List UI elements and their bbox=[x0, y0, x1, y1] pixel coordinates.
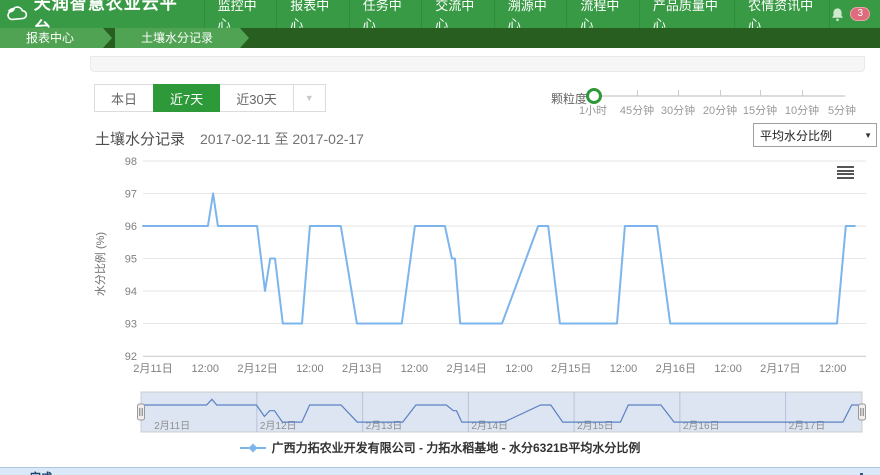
nav-item-quality[interactable]: 产品质量中心 bbox=[640, 0, 735, 28]
granularity-option-label[interactable]: 30分钟 bbox=[661, 102, 695, 118]
collapsed-filter-panel[interactable] bbox=[90, 56, 865, 72]
chart-menu-icon[interactable] bbox=[837, 166, 854, 179]
granularity-option-label[interactable]: 15分钟 bbox=[743, 102, 777, 118]
granularity-slider[interactable]: 1小时 45分钟 30分钟 20分钟 15分钟 10分钟 5分钟 bbox=[575, 82, 875, 122]
legend-marker-icon bbox=[240, 442, 266, 454]
breadcrumb-tab-report-center[interactable]: 报表中心 bbox=[0, 28, 112, 48]
legend[interactable]: 广西力拓农业开发有限公司 - 力拓水稻基地 - 水分6321B平均水分比例 bbox=[0, 439, 880, 456]
slider-tick bbox=[760, 90, 761, 96]
range-button-30days[interactable]: 近30天 bbox=[219, 84, 293, 112]
metric-select[interactable]: 平均水分比例 ▼ bbox=[753, 123, 877, 147]
granularity-option-label[interactable]: 10分钟 bbox=[785, 102, 819, 118]
status-bar-icon bbox=[856, 470, 866, 475]
slider-tick bbox=[720, 90, 721, 96]
svg-text:12:00: 12:00 bbox=[296, 363, 324, 375]
range-button-today[interactable]: 本日 bbox=[94, 84, 154, 112]
svg-text:95: 95 bbox=[125, 254, 137, 266]
svg-text:92: 92 bbox=[125, 351, 137, 363]
nav-item-agri-news[interactable]: 农情资讯中心 bbox=[735, 0, 830, 28]
svg-text:2月13日: 2月13日 bbox=[342, 363, 382, 375]
svg-text:12:00: 12:00 bbox=[714, 363, 742, 375]
top-bar: 天润智慧农业云平台 监控中心 报表中心 任务中心 交流中心 溯源中心 流程中心 … bbox=[0, 0, 880, 28]
moisture-line-chart: 98 97 96 95 94 93 92 水分比例 (%) 2月11日 12:00 2月12日 12:… bbox=[90, 152, 880, 384]
notification-bell-icon[interactable] bbox=[830, 7, 845, 22]
status-text: 完成 bbox=[30, 469, 52, 475]
main-nav: 监控中心 报表中心 任务中心 交流中心 溯源中心 流程中心 产品质量中心 农情资… bbox=[204, 0, 831, 28]
navigator-mini-chart[interactable]: 2月11日2月12日2月13日2月14日2月15日2月16日2月17日 bbox=[133, 391, 873, 435]
status-bar: 完成 bbox=[0, 467, 880, 475]
date-range: 2017-02-11 至 2017-02-17 bbox=[200, 129, 364, 149]
range-dropdown-button[interactable]: ▼ bbox=[293, 84, 326, 112]
nav-item-trace[interactable]: 溯源中心 bbox=[495, 0, 568, 28]
caret-down-icon: ▼ bbox=[305, 93, 314, 103]
svg-text:水分比例 (%): 水分比例 (%) bbox=[93, 232, 107, 296]
legend-label: 广西力拓农业开发有限公司 - 力拓水稻基地 - 水分6321B平均水分比例 bbox=[272, 439, 641, 456]
svg-text:2月14日: 2月14日 bbox=[447, 363, 487, 375]
nav-item-task[interactable]: 任务中心 bbox=[350, 0, 423, 28]
svg-text:98: 98 bbox=[125, 156, 137, 168]
dropdown-caret-icon: ▼ bbox=[864, 131, 872, 140]
nav-item-exchange[interactable]: 交流中心 bbox=[422, 0, 495, 28]
screen: 天润智慧农业云平台 监控中心 报表中心 任务中心 交流中心 溯源中心 流程中心 … bbox=[0, 0, 880, 475]
granularity-option-label[interactable]: 5分钟 bbox=[828, 102, 856, 118]
nav-item-report[interactable]: 报表中心 bbox=[277, 0, 350, 28]
svg-text:94: 94 bbox=[125, 286, 137, 298]
nav-item-process[interactable]: 流程中心 bbox=[567, 0, 640, 28]
cloud-leaf-logo-icon bbox=[6, 4, 30, 24]
breadcrumb-tab-soil-moisture[interactable]: 土壤水分记录 bbox=[115, 28, 249, 48]
granularity-option-label[interactable]: 20分钟 bbox=[703, 102, 737, 118]
granularity-option-label[interactable]: 1小时 bbox=[579, 102, 607, 118]
granularity-option-label[interactable]: 45分钟 bbox=[620, 102, 654, 118]
svg-text:12:00: 12:00 bbox=[505, 363, 533, 375]
svg-text:12:00: 12:00 bbox=[819, 363, 847, 375]
svg-text:12:00: 12:00 bbox=[401, 363, 429, 375]
slider-tick bbox=[637, 90, 638, 96]
slider-track[interactable] bbox=[593, 95, 845, 97]
svg-text:2月17日: 2月17日 bbox=[760, 363, 800, 375]
range-button-group: 本日 近7天 近30天 ▼ bbox=[95, 84, 326, 112]
svg-text:2月15日: 2月15日 bbox=[551, 363, 591, 375]
metric-select-value: 平均水分比例 bbox=[760, 127, 832, 144]
svg-text:12:00: 12:00 bbox=[610, 363, 638, 375]
svg-text:93: 93 bbox=[125, 319, 137, 331]
page-title: 土壤水分记录 bbox=[95, 128, 185, 149]
chart-area: 98 97 96 95 94 93 92 水分比例 (%) 2月11日 12:00 2月12日 12:… bbox=[90, 152, 880, 384]
svg-text:97: 97 bbox=[125, 189, 137, 201]
slider-tick bbox=[678, 90, 679, 96]
svg-text:12:00: 12:00 bbox=[192, 363, 220, 375]
nav-item-monitor[interactable]: 监控中心 bbox=[204, 0, 278, 28]
navigator-right-handle[interactable] bbox=[859, 404, 866, 420]
svg-text:2月12日: 2月12日 bbox=[237, 363, 277, 375]
chart-navigator[interactable]: 2月11日2月12日2月13日2月14日2月15日2月16日2月17日 bbox=[133, 391, 873, 435]
svg-text:2月11日: 2月11日 bbox=[133, 363, 173, 375]
breadcrumb: 报表中心 土壤水分记录 bbox=[0, 28, 880, 48]
slider-tick bbox=[802, 90, 803, 96]
svg-text:96: 96 bbox=[125, 221, 137, 233]
navigator-left-handle[interactable] bbox=[138, 404, 145, 420]
svg-text:2月11日: 2月11日 bbox=[154, 420, 190, 432]
svg-text:2月16日: 2月16日 bbox=[656, 363, 696, 375]
notification-badge[interactable]: 3 bbox=[850, 7, 870, 21]
range-button-7days[interactable]: 近7天 bbox=[153, 84, 220, 112]
